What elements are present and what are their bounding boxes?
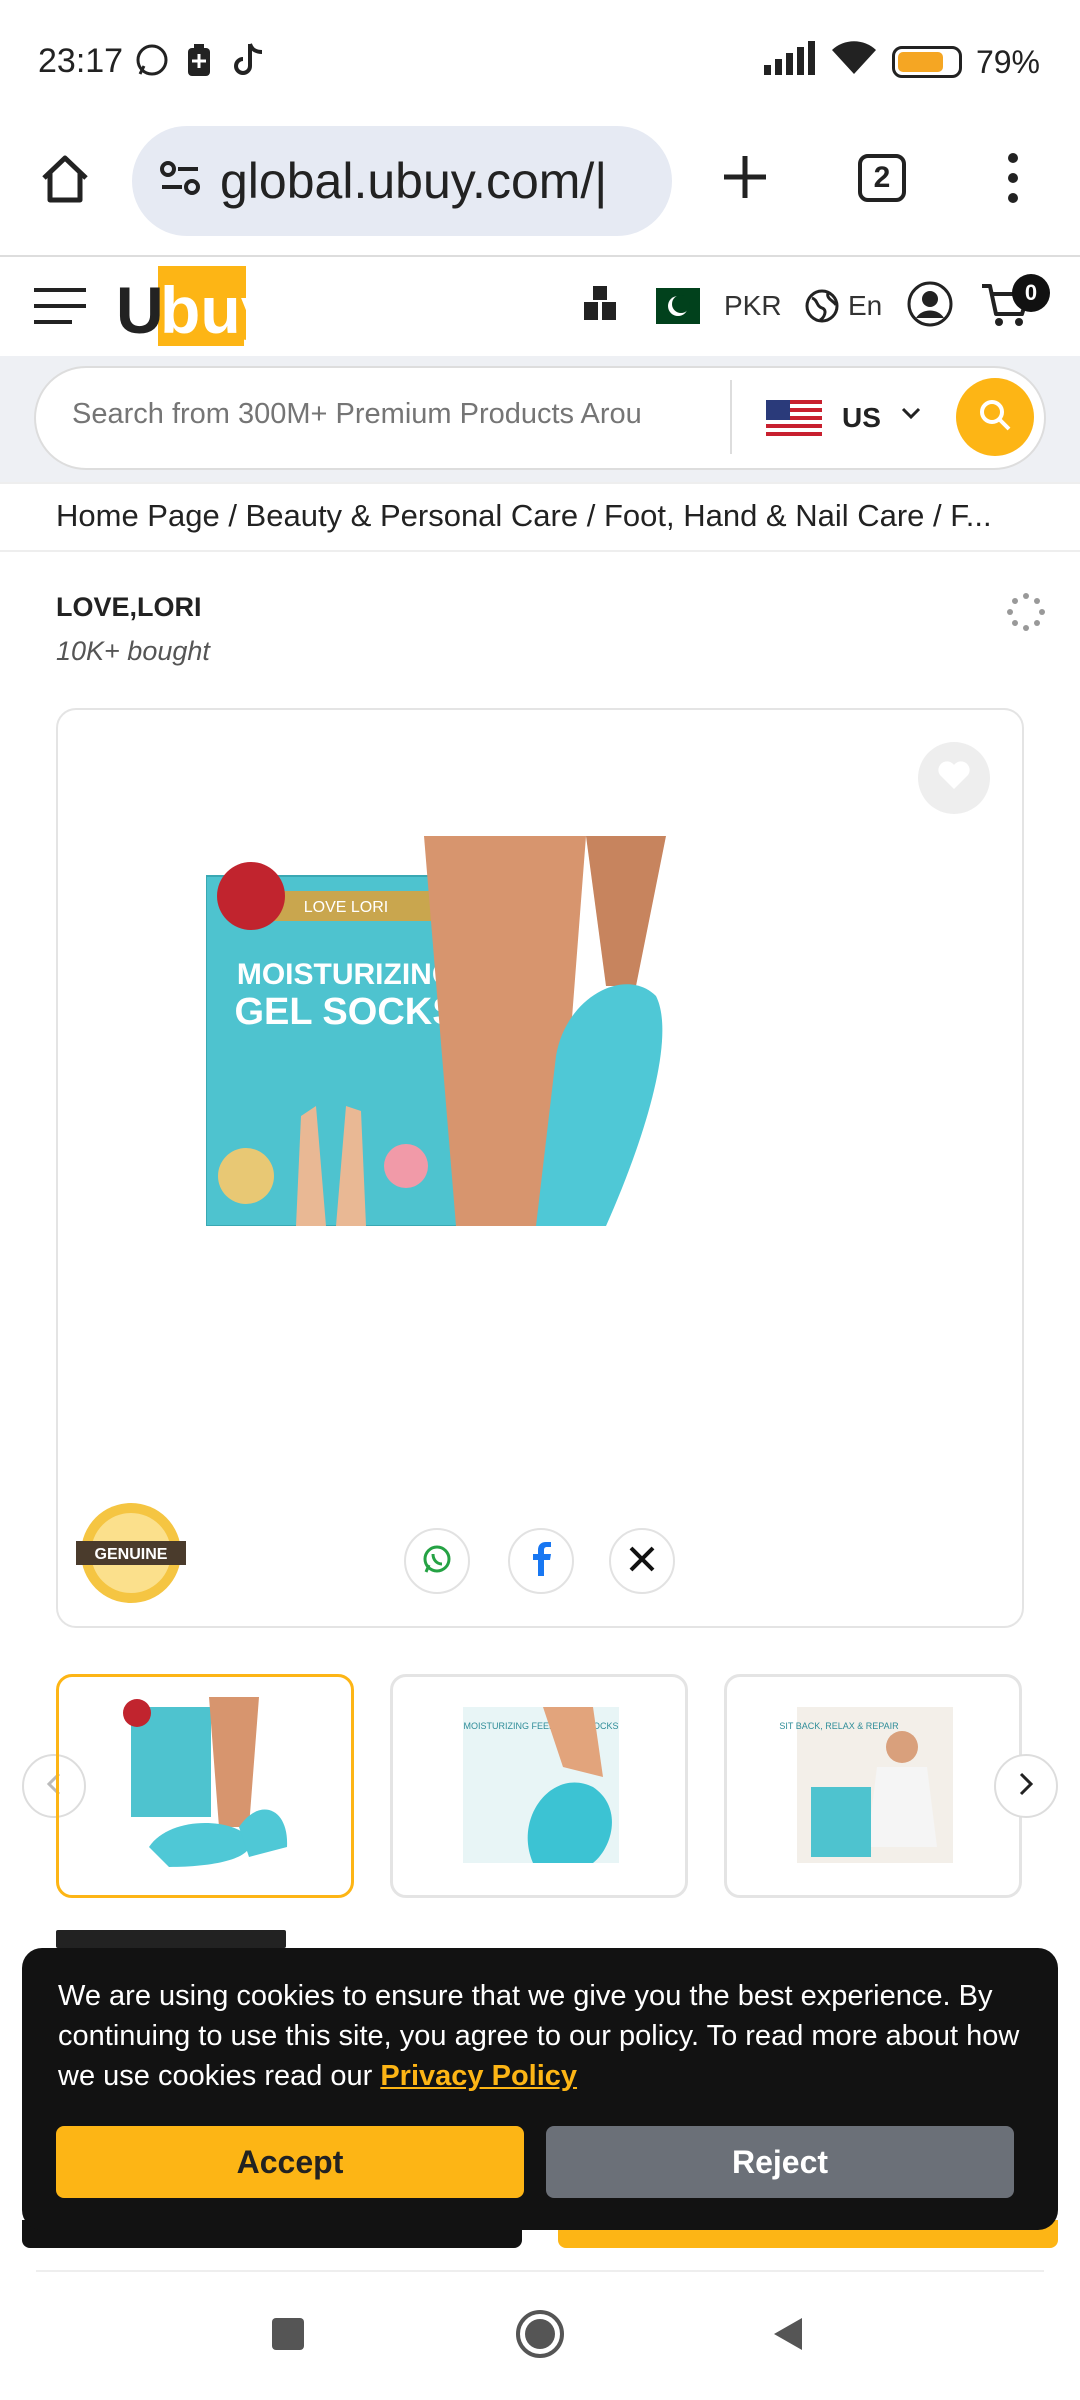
globe-icon[interactable] [804,288,840,329]
new-tab-icon[interactable] [720,152,770,207]
search-button[interactable] [956,378,1034,456]
site-settings-icon[interactable] [158,157,202,206]
tiktok-notification-icon [234,42,264,83]
product-main-image[interactable]: LOVE LORI MOISTURIZING GEL SOCKS [205,836,826,1227]
thumbnail-1[interactable] [56,1674,354,1898]
accept-button[interactable]: Accept [56,2126,524,2198]
signal-icon [763,41,816,83]
cart-count-badge: 0 [1012,274,1050,312]
more-options-icon[interactable] [1000,150,1026,211]
status-time: 23:17 [38,42,124,80]
hidden-text-fragment [56,1930,286,1948]
thumbnail-3[interactable]: SIT BACK, RELAX & REPAIR [724,1674,1022,1898]
loading-spinner-icon [1006,592,1046,637]
tab-switcher-button[interactable]: 2 [858,154,906,202]
thumb-3-caption: SIT BACK, RELAX & REPAIR [779,1721,899,1731]
home-icon[interactable] [38,152,92,211]
logo-buy[interactable]: buy [160,272,277,348]
language-label[interactable]: En [848,290,882,322]
chevron-right-icon [1017,1771,1035,1802]
search-icon [978,398,1012,437]
back-icon[interactable] [768,2314,808,2359]
share-facebook-button[interactable] [508,1528,574,1594]
logo-u[interactable]: U [116,272,164,348]
battery-saver-icon [186,44,212,83]
whatsapp-notification-icon [134,42,170,83]
battery-percent: 79% [975,43,1040,80]
share-whatsapp-button[interactable] [404,1528,470,1594]
box-subtitle-text: GEL SOCKS [234,991,457,1033]
menu-icon[interactable] [32,286,88,331]
wishlist-button[interactable] [918,742,990,814]
breadcrumb-divider [0,550,1080,552]
box-brand-text: LOVE LORI [304,899,388,916]
recents-icon[interactable] [270,2316,306,2357]
heart-icon [937,760,971,796]
page-bottom-divider [36,2270,1044,2272]
thumbnail-2[interactable]: MOISTURIZING FEEL-GOOD SOCKS [390,1674,688,1898]
url-bar[interactable]: global.ubuy.com/| [132,126,672,236]
share-x-button[interactable] [609,1528,675,1594]
stores-icon[interactable] [580,284,620,329]
chevron-down-icon[interactable] [900,406,922,427]
search-divider [0,482,1080,484]
battery-icon [891,46,962,78]
box-title-text: MOISTURIZING [237,958,455,991]
bought-count: 10K+ bought [56,636,210,666]
home-nav-icon[interactable] [514,2308,566,2365]
account-icon[interactable] [906,280,954,333]
url-text: global.ubuy.com/| [220,153,608,209]
search-separator [730,380,732,454]
country-selector[interactable]: US [842,402,881,434]
genuine-badge-text: GENUINE [95,1546,168,1563]
privacy-policy-link[interactable]: Privacy Policy [380,2060,577,2092]
pakistan-flag-icon[interactable] [642,288,700,329]
whatsapp-icon [422,1544,452,1579]
browser-divider [0,255,1080,257]
cookie-message: We are using cookies to ensure that we g… [58,1976,1038,2096]
us-flag-icon[interactable] [766,400,822,441]
x-icon [628,1545,656,1578]
breadcrumb[interactable]: Home Page / Beauty & Personal Care / Foo… [56,498,1036,534]
facebook-icon [530,1541,552,1581]
thumb-next-button[interactable] [994,1754,1058,1818]
reject-button[interactable]: Reject [546,2126,1014,2198]
wifi-icon [830,40,878,84]
currency-label[interactable]: PKR [724,290,782,322]
genuine-badge: GENUINE [76,1500,186,1611]
search-input[interactable] [72,398,712,431]
product-brand[interactable]: LOVE,LORI [56,592,202,623]
status-right: 79% [763,40,1040,84]
